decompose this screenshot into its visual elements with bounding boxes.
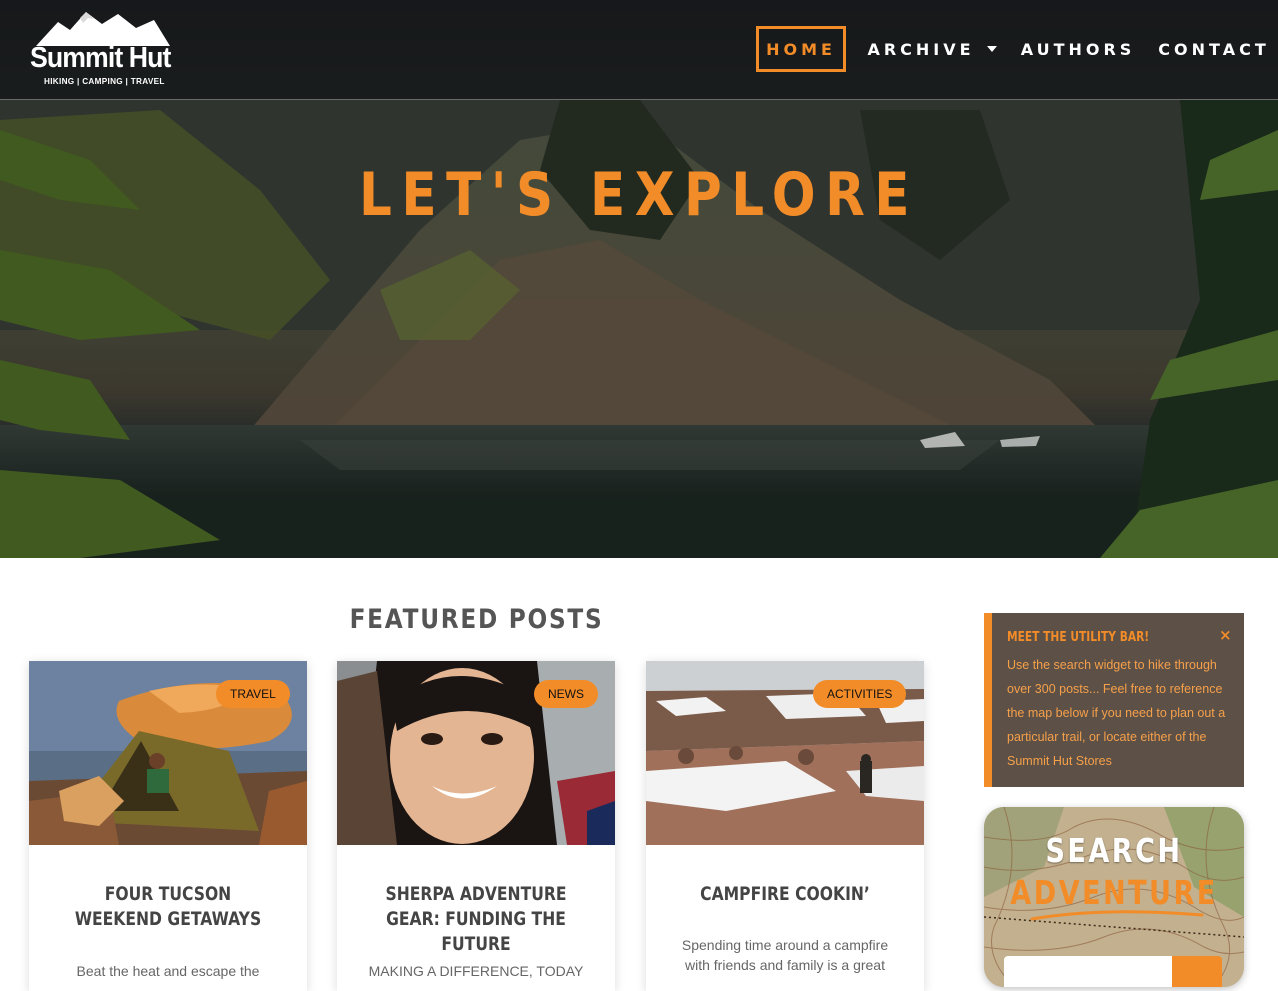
chevron-down-icon bbox=[986, 46, 997, 52]
category-badge[interactable]: TRAVEL bbox=[216, 680, 290, 708]
featured-posts-heading: FEATURED POSTS bbox=[349, 604, 604, 635]
search-adventure-widget: SEARCH ADVENTURE bbox=[984, 807, 1244, 987]
post-excerpt: Beat the heat and escape the bbox=[76, 963, 260, 979]
post-title[interactable]: SHERPA ADVENTURE GEAR: FUNDING THE FUTUR… bbox=[378, 882, 573, 957]
nav-home-label: HOME bbox=[766, 39, 836, 59]
nav-archive[interactable]: ARCHIVE bbox=[867, 26, 997, 72]
mountain-logo-icon bbox=[36, 12, 170, 46]
post-card-news[interactable]: NEWS SHERPA ADVENTURE GEAR: FUNDING THE … bbox=[337, 661, 615, 991]
search-button[interactable] bbox=[1172, 956, 1222, 987]
nav-archive-label: ARCHIVE bbox=[867, 39, 975, 59]
nav-contact-label: CONTACT bbox=[1158, 39, 1270, 59]
nav-home[interactable]: HOME bbox=[756, 26, 846, 72]
post-image-girl[interactable]: NEWS bbox=[337, 661, 615, 845]
utility-bar-text: Use the search widget to hike through ov… bbox=[1007, 658, 1226, 768]
post-card-travel[interactable]: TRAVEL FOUR TUCSON WEEKEND GETAWAYS Beat… bbox=[29, 661, 307, 991]
post-card-activities[interactable]: ACTIVITIES CAMPFIRE COOKIN’ Spending tim… bbox=[646, 661, 924, 991]
post-image-tent[interactable]: TRAVEL bbox=[29, 661, 307, 845]
post-title[interactable]: CAMPFIRE COOKIN’ bbox=[687, 882, 882, 907]
post-excerpt: Spending time around a campfire with fri… bbox=[681, 937, 889, 973]
category-badge[interactable]: NEWS bbox=[534, 680, 598, 708]
post-title[interactable]: FOUR TUCSON WEEKEND GETAWAYS bbox=[70, 882, 265, 932]
utility-bar-notice: MEET THE UTILITY BAR! × Use the search w… bbox=[984, 613, 1244, 787]
nav-contact[interactable]: CONTACT bbox=[1158, 26, 1265, 72]
search-input[interactable] bbox=[1004, 956, 1174, 987]
utility-bar-title: MEET THE UTILITY BAR! bbox=[1007, 630, 1150, 645]
post-excerpt: MAKING A DIFFERENCE, TODAY bbox=[368, 963, 584, 979]
site-logo[interactable]: Summit Hut HIKING | CAMPING | TRAVEL bbox=[28, 10, 171, 90]
post-image-desert-snow[interactable]: ACTIVITIES bbox=[646, 661, 924, 845]
logo-name: Summit Hut bbox=[30, 42, 171, 74]
hero-title: LET'S EXPLORE bbox=[359, 160, 919, 230]
nav-authors-label: AUTHORS bbox=[1020, 39, 1136, 59]
logo-tagline: HIKING | CAMPING | TRAVEL bbox=[44, 77, 165, 86]
close-icon[interactable]: × bbox=[1219, 626, 1232, 644]
nav-authors[interactable]: AUTHORS bbox=[1021, 26, 1132, 72]
search-title-line1: SEARCH bbox=[1045, 831, 1183, 870]
search-title-line2: ADVENTURE bbox=[1010, 873, 1218, 912]
site-header: Summit Hut HIKING | CAMPING | TRAVEL HOM… bbox=[0, 0, 1278, 100]
category-badge[interactable]: ACTIVITIES bbox=[813, 680, 907, 708]
